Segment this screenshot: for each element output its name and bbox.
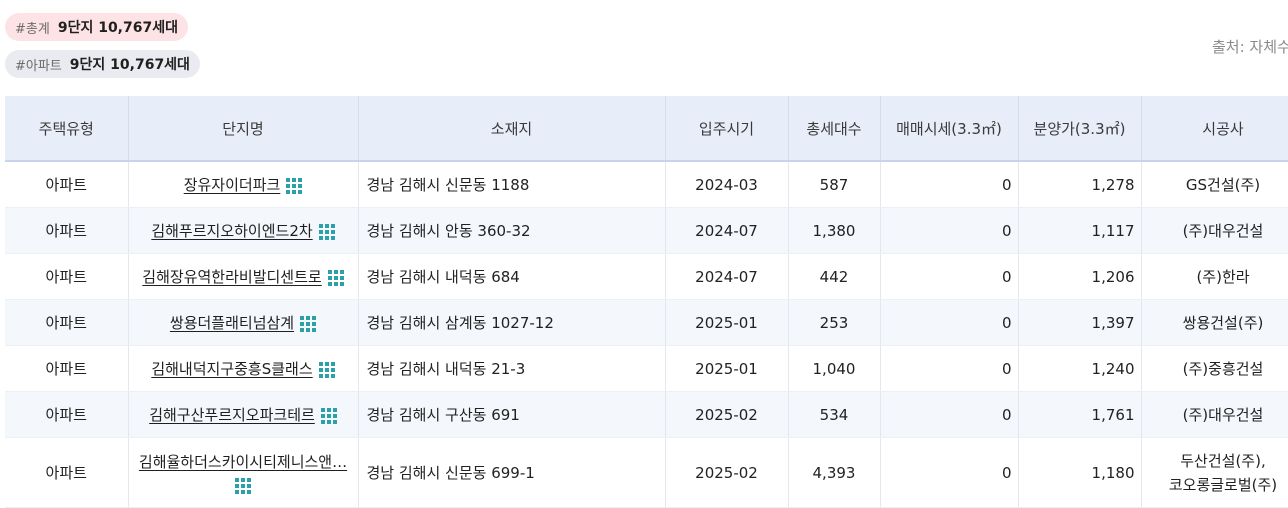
- header-sale-price: 분양가(3.3㎡): [1018, 96, 1141, 161]
- cell-address: 경남 김해시 삼계동 1027-12: [358, 300, 665, 346]
- table-row: 아파트 김해구산푸르지오파크테르 경남 김해시 구산동 691 2025-02 …: [5, 392, 1288, 438]
- builder-line: 코오롱글로벌(주): [1143, 473, 1288, 497]
- cell-builder: (주)한라: [1141, 254, 1288, 300]
- cell-trade-price: 0: [880, 438, 1018, 508]
- complex-name-link[interactable]: 쌍용더플래티넘삼계: [170, 314, 294, 332]
- complex-name-link[interactable]: 김해율하더스카이시티제니스앤…: [130, 451, 357, 472]
- cell-move-in: 2024-07: [665, 254, 788, 300]
- cell-sale-price: 1,206: [1018, 254, 1141, 300]
- header-location: 소재지: [358, 96, 665, 161]
- cell-type: 아파트: [5, 208, 128, 254]
- header-trade-price: 매매시세(3.3㎡): [880, 96, 1018, 161]
- cell-name: 김해구산푸르지오파크테르: [128, 392, 358, 438]
- cell-builder: 쌍용건설(주): [1141, 300, 1288, 346]
- cell-move-in: 2024-03: [665, 161, 788, 208]
- cell-sale-price: 1,240: [1018, 346, 1141, 392]
- cell-address: 경남 김해시 내덕동 684: [358, 254, 665, 300]
- table-row: 아파트 김해푸르지오하이엔드2차 경남 김해시 안동 360-32 2024-0…: [5, 208, 1288, 254]
- total-tag-label: #총계: [15, 18, 50, 37]
- complex-name-link[interactable]: 장유자이더파크: [184, 176, 281, 194]
- header-housing-type: 주택유형: [5, 96, 128, 161]
- complex-grid-icon[interactable]: [235, 478, 251, 494]
- cell-households: 1,040: [788, 346, 880, 392]
- complex-grid-icon[interactable]: [286, 178, 302, 194]
- cell-name: 장유자이더파크: [128, 161, 358, 208]
- cell-address: 경남 김해시 안동 360-32: [358, 208, 665, 254]
- cell-name: 김해푸르지오하이엔드2차: [128, 208, 358, 254]
- complex-name-link[interactable]: 김해내덕지구중흥S클래스: [151, 360, 312, 378]
- header-move-in: 입주시기: [665, 96, 788, 161]
- cell-sale-price: 1,761: [1018, 392, 1141, 438]
- apt-tag-value: 9단지 10,767세대: [70, 54, 190, 74]
- cell-type: 아파트: [5, 254, 128, 300]
- table-row: 아파트 쌍용더플래티넘삼계 경남 김해시 삼계동 1027-12 2025-01…: [5, 300, 1288, 346]
- cell-households: 1,380: [788, 208, 880, 254]
- cell-move-in: 2024-07: [665, 208, 788, 254]
- cell-households: 534: [788, 392, 880, 438]
- cell-builder: 두산건설(주), 코오롱글로벌(주): [1141, 438, 1288, 508]
- complex-grid-icon[interactable]: [319, 224, 335, 240]
- table-row: 아파트 김해장유역한라비발디센트로 경남 김해시 내덕동 684 2024-07…: [5, 254, 1288, 300]
- cell-type: 아파트: [5, 161, 128, 208]
- cell-households: 442: [788, 254, 880, 300]
- cell-type: 아파트: [5, 438, 128, 508]
- cell-sale-price: 1,117: [1018, 208, 1141, 254]
- cell-sale-price: 1,180: [1018, 438, 1141, 508]
- cell-trade-price: 0: [880, 254, 1018, 300]
- complex-grid-icon[interactable]: [328, 270, 344, 286]
- table-header-row: 주택유형 단지명 소재지 입주시기 총세대수 매매시세(3.3㎡) 분양가(3.…: [5, 96, 1288, 161]
- table-row: 아파트 김해율하더스카이시티제니스앤… 경남 김해시 신문동 699-1 202…: [5, 438, 1288, 508]
- source-note: 출처: 자체수: [1212, 36, 1288, 57]
- complex-name-link[interactable]: 김해장유역한라비발디센트로: [142, 268, 321, 286]
- cell-move-in: 2025-02: [665, 392, 788, 438]
- cell-builder: (주)대우건설: [1141, 208, 1288, 254]
- cell-name: 쌍용더플래티넘삼계: [128, 300, 358, 346]
- header-complex-name: 단지명: [128, 96, 358, 161]
- cell-trade-price: 0: [880, 392, 1018, 438]
- complex-grid-icon[interactable]: [321, 408, 337, 424]
- cell-households: 4,393: [788, 438, 880, 508]
- apartment-summary-tag: #아파트 9단지 10,767세대: [5, 50, 200, 78]
- cell-type: 아파트: [5, 392, 128, 438]
- cell-trade-price: 0: [880, 346, 1018, 392]
- cell-households: 587: [788, 161, 880, 208]
- cell-name: 김해율하더스카이시티제니스앤…: [128, 438, 358, 508]
- complex-grid-icon[interactable]: [319, 362, 335, 378]
- cell-trade-price: 0: [880, 300, 1018, 346]
- apt-tag-label: #아파트: [15, 55, 62, 74]
- complex-name-link[interactable]: 김해푸르지오하이엔드2차: [151, 222, 312, 240]
- complex-table-container: 주택유형 단지명 소재지 입주시기 총세대수 매매시세(3.3㎡) 분양가(3.…: [5, 96, 1288, 508]
- cell-builder: (주)대우건설: [1141, 392, 1288, 438]
- total-tag-value: 9단지 10,767세대: [58, 17, 178, 37]
- cell-households: 253: [788, 300, 880, 346]
- cell-name: 김해장유역한라비발디센트로: [128, 254, 358, 300]
- complex-name-link[interactable]: 김해구산푸르지오파크테르: [149, 406, 315, 424]
- cell-address: 경남 김해시 신문동 1188: [358, 161, 665, 208]
- cell-trade-price: 0: [880, 208, 1018, 254]
- cell-sale-price: 1,278: [1018, 161, 1141, 208]
- cell-type: 아파트: [5, 300, 128, 346]
- cell-move-in: 2025-01: [665, 346, 788, 392]
- cell-name: 김해내덕지구중흥S클래스: [128, 346, 358, 392]
- builder-line: 두산건설(주),: [1143, 449, 1288, 473]
- cell-builder: GS건설(주): [1141, 161, 1288, 208]
- complex-grid-icon[interactable]: [300, 316, 316, 332]
- cell-builder: (주)중흥건설: [1141, 346, 1288, 392]
- cell-move-in: 2025-01: [665, 300, 788, 346]
- cell-trade-price: 0: [880, 161, 1018, 208]
- complex-table: 주택유형 단지명 소재지 입주시기 총세대수 매매시세(3.3㎡) 분양가(3.…: [5, 96, 1288, 508]
- table-row: 아파트 장유자이더파크 경남 김해시 신문동 1188 2024-03 587 …: [5, 161, 1288, 208]
- cell-move-in: 2025-02: [665, 438, 788, 508]
- cell-address: 경남 김해시 구산동 691: [358, 392, 665, 438]
- cell-sale-price: 1,397: [1018, 300, 1141, 346]
- total-summary-tag: #총계 9단지 10,767세대: [5, 13, 188, 41]
- header-builder: 시공사: [1141, 96, 1288, 161]
- cell-address: 경남 김해시 신문동 699-1: [358, 438, 665, 508]
- header-households: 총세대수: [788, 96, 880, 161]
- table-row: 아파트 김해내덕지구중흥S클래스 경남 김해시 내덕동 21-3 2025-01…: [5, 346, 1288, 392]
- cell-address: 경남 김해시 내덕동 21-3: [358, 346, 665, 392]
- cell-type: 아파트: [5, 346, 128, 392]
